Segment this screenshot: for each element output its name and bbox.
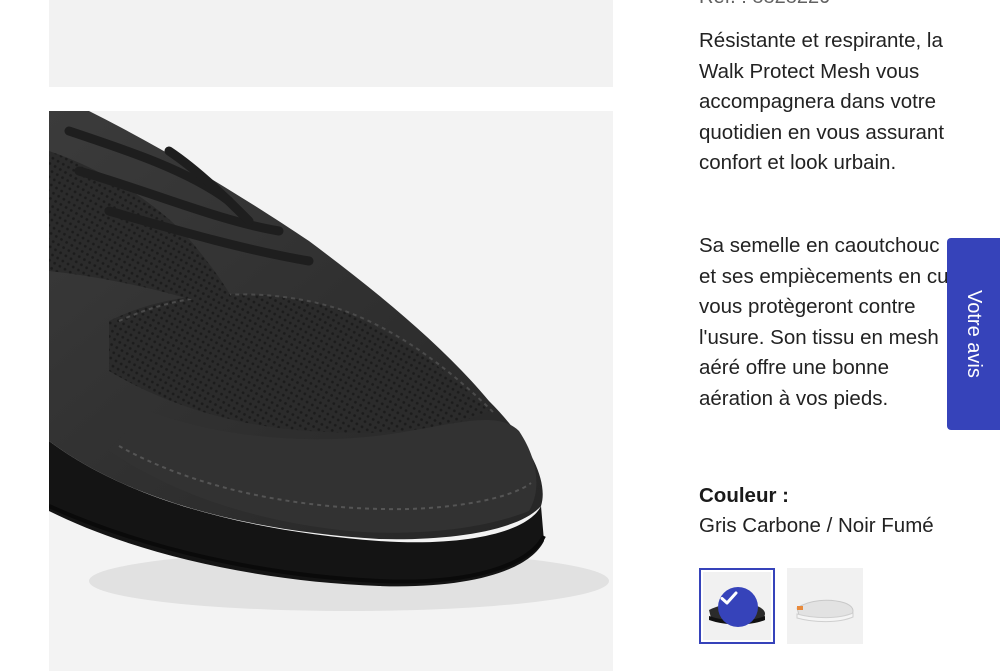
feedback-tab-label: Votre avis: [963, 290, 985, 378]
color-value: Gris Carbone / Noir Fumé: [699, 514, 934, 537]
color-swatch-selected[interactable]: [699, 568, 775, 644]
product-description-paragraph-1: Résistante et respirante, la Walk Protec…: [699, 29, 945, 175]
color-label: Couleur :: [699, 484, 789, 507]
product-image-previous[interactable]: [49, 0, 613, 87]
product-page: Réf. : 8828220 Résistante et respirante,…: [0, 0, 1000, 671]
product-reference: Réf. : 8828220: [699, 0, 830, 9]
color-swatch-light-grey[interactable]: [787, 568, 863, 644]
light-shoe-thumbnail: [796, 599, 854, 623]
feedback-tab[interactable]: Votre avis: [947, 238, 1000, 430]
product-image-main[interactable]: [49, 111, 613, 671]
product-description-paragraph-2: Sa semelle en caoutchouc et ses empiècem…: [699, 234, 960, 410]
shoe-image: [49, 111, 609, 611]
selected-check-icon: [718, 587, 758, 627]
